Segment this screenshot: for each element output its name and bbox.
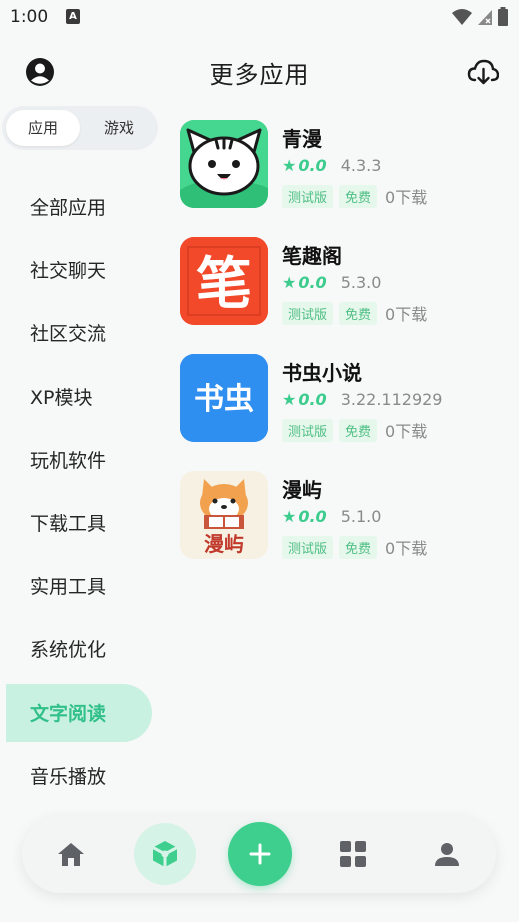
app-downloads: 0下载 <box>385 305 428 324</box>
category-phone-tools[interactable]: 玩机软件 <box>0 428 160 491</box>
tab-games[interactable]: 游戏 <box>82 110 156 146</box>
category-social-chat[interactable]: 社交聊天 <box>0 238 160 301</box>
accessibility-a-icon: A <box>66 9 80 24</box>
status-time: 1:00 <box>10 7 49 27</box>
star-icon: ★ <box>282 390 297 409</box>
category-system-optimize[interactable]: 系统优化 <box>0 617 160 680</box>
app-tags: 测试版 免费 0下载 <box>282 535 427 559</box>
person-icon <box>435 843 459 866</box>
category-all[interactable]: 全部应用 <box>0 175 160 238</box>
cloud-download-button[interactable] <box>467 56 500 88</box>
tab-apps[interactable]: 应用 <box>6 110 80 146</box>
cube-icon <box>152 841 178 867</box>
brush-character-text: 笔 <box>196 251 252 317</box>
page-title: 更多应用 <box>209 61 310 89</box>
cat-face-icon <box>180 120 268 208</box>
app-version: 4.3.3 <box>340 156 382 175</box>
category-reading[interactable]: 文字阅读 <box>6 683 152 742</box>
category-utilities[interactable]: 实用工具 <box>0 554 160 617</box>
battery-icon <box>498 7 508 26</box>
category-community[interactable]: 社区交流 <box>0 301 160 364</box>
app-name: 漫屿 <box>282 478 322 502</box>
app-tags: 测试版 免费 0下载 <box>282 418 427 442</box>
tag-free: 免费 <box>339 184 378 208</box>
home-icon <box>58 843 84 866</box>
app-rating: 0.0 <box>298 507 327 526</box>
app-list-item[interactable]: 青漫 ★ 0.0 4.3.3 测试版 免费 0下载 <box>180 120 510 237</box>
tag-beta: 测试版 <box>282 535 334 559</box>
category-download-tools[interactable]: 下载工具 <box>0 491 160 554</box>
status-right-icons <box>451 6 509 28</box>
star-icon: ★ <box>282 156 297 175</box>
tag-beta: 测试版 <box>282 184 334 208</box>
app-name: 青漫 <box>282 127 322 151</box>
nav-profile[interactable] <box>416 823 478 885</box>
plus-icon <box>249 843 271 865</box>
app-version: 5.3.0 <box>340 273 382 292</box>
app-rating: 0.0 <box>298 273 327 292</box>
tag-free: 免费 <box>339 535 378 559</box>
app-tags: 测试版 免费 0下载 <box>282 301 427 325</box>
grid-icon <box>340 841 366 867</box>
app-meta: ★ 0.0 5.1.0 <box>282 507 381 526</box>
nav-add-button[interactable] <box>228 822 292 886</box>
app-icon: 笔 <box>180 237 268 325</box>
bottom-nav <box>22 815 496 893</box>
cloud-download-icon <box>467 59 500 85</box>
app-rating: 0.0 <box>298 390 327 409</box>
app-rating: 0.0 <box>298 156 327 175</box>
text-logo-text: 书虫 <box>194 382 254 417</box>
header: 更多应用 <box>0 44 519 100</box>
app-meta: ★ 0.0 5.3.0 <box>282 273 381 292</box>
app-list-item[interactable]: 笔 笔趣阁 ★ 0.0 5.3.0 测试版 免费 0下载 <box>180 237 510 354</box>
category-xp-module[interactable]: XP模块 <box>0 365 160 428</box>
nav-home[interactable] <box>40 823 102 885</box>
wifi-icon <box>452 9 472 25</box>
app-downloads: 0下载 <box>385 422 428 441</box>
text-logo-icon: 书虫 <box>180 354 268 442</box>
app-icon: 漫屿 <box>180 471 268 559</box>
brush-character-icon: 笔 <box>180 237 268 325</box>
tag-beta: 测试版 <box>282 301 334 325</box>
nav-categories[interactable] <box>322 823 384 885</box>
app-name: 书虫小说 <box>282 361 362 385</box>
star-icon: ★ <box>282 273 297 292</box>
app-list-item[interactable]: 漫屿 漫屿 ★ 0.0 5.1.0 测试版 免费 0下载 <box>180 471 510 588</box>
app-list-item[interactable]: 书虫 书虫小说 ★ 0.0 3.22.112929 测试版 免费 0下载 <box>180 354 510 471</box>
app-meta: ★ 0.0 4.3.3 <box>282 156 381 175</box>
app-version: 3.22.112929 <box>340 390 443 409</box>
status-bar: 1:00 A <box>0 0 519 36</box>
app-name: 笔趣阁 <box>282 244 342 268</box>
category-music[interactable]: 音乐播放 <box>0 744 160 807</box>
app-downloads: 0下载 <box>385 188 428 207</box>
app-icon: 书虫 <box>180 354 268 442</box>
app-tags: 测试版 免费 0下载 <box>282 184 427 208</box>
category-list: 全部应用 社交聊天 社区交流 XP模块 玩机软件 下载工具 实用工具 系统优化 … <box>0 175 160 807</box>
star-icon: ★ <box>282 507 297 526</box>
app-downloads: 0下载 <box>385 539 428 558</box>
nav-discover[interactable] <box>134 823 196 885</box>
tag-free: 免费 <box>339 301 378 325</box>
tag-beta: 测试版 <box>282 418 334 442</box>
tag-free: 免费 <box>339 418 378 442</box>
app-version: 5.1.0 <box>340 507 382 526</box>
app-list: 青漫 ★ 0.0 4.3.3 测试版 免费 0下载 笔 笔趣阁 ★ 0.0 5.… <box>180 120 510 588</box>
signal-icon <box>478 10 492 25</box>
app-game-toggle: 应用 游戏 <box>2 106 158 150</box>
shiba-logo-text: 漫屿 <box>204 532 244 556</box>
app-meta: ★ 0.0 3.22.112929 <box>282 390 442 409</box>
app-icon <box>180 120 268 208</box>
shiba-reading-icon: 漫屿 <box>180 471 268 559</box>
